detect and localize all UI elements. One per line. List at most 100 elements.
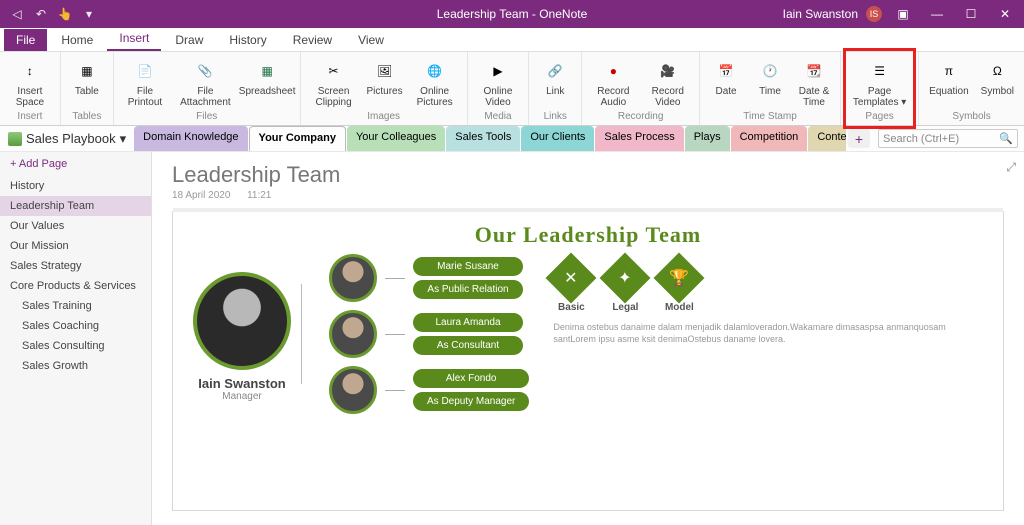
- online-video-button[interactable]: ▶Online Video: [474, 54, 523, 108]
- page-list-item[interactable]: Sales Coaching: [0, 316, 151, 336]
- section-tab[interactable]: Domain Knowledge: [134, 126, 247, 151]
- member-role-pill: As Deputy Manager: [413, 392, 529, 411]
- page-list-item[interactable]: Sales Training: [0, 296, 151, 316]
- section-tab[interactable]: Your Colleagues: [347, 126, 445, 151]
- search-placeholder: Search (Ctrl+E): [883, 133, 959, 145]
- notebook-picker[interactable]: Sales Playbook ▾: [0, 126, 134, 151]
- page-list-item[interactable]: Our Values: [0, 216, 151, 236]
- nav-back-icon[interactable]: ◁: [8, 5, 26, 23]
- description-text: Denima ostebus danaime dalam menjadik da…: [553, 321, 983, 345]
- time-icon: 🕐: [757, 58, 783, 84]
- section-tab[interactable]: Sales Process: [595, 126, 683, 151]
- page-list-item[interactable]: Sales Consulting: [0, 336, 151, 356]
- symbol-button[interactable]: ΩSymbol: [977, 54, 1018, 97]
- screen-clipping-button[interactable]: ✂Screen Clipping: [307, 54, 361, 108]
- user-name[interactable]: Iain Swanston: [783, 7, 858, 21]
- table-icon: ▦: [74, 58, 100, 84]
- undo-icon[interactable]: ↶: [32, 5, 50, 23]
- online-pictures-icon: 🌐: [422, 58, 448, 84]
- ribbon-display-icon[interactable]: ▣: [890, 7, 916, 21]
- canvas[interactable]: ⤢ Leadership Team 18 April 2020 11:21 Ou…: [152, 152, 1024, 525]
- file-printout-button[interactable]: 📄File Printout: [120, 54, 170, 108]
- close-icon[interactable]: ✕: [992, 7, 1018, 21]
- record-audio-button[interactable]: ●Record Audio: [588, 54, 638, 108]
- page-title[interactable]: Leadership Team: [172, 162, 1004, 188]
- minimize-icon[interactable]: —: [924, 7, 950, 21]
- note-container[interactable]: Our Leadership Team Iain Swanston Manage…: [172, 211, 1004, 511]
- link-button[interactable]: 🔗Link: [535, 54, 575, 97]
- table-button[interactable]: ▦Table: [67, 54, 107, 97]
- tab-insert[interactable]: Insert: [107, 27, 161, 51]
- member-name-pill: Marie Susane: [413, 257, 523, 276]
- spreadsheet-icon: ▦: [254, 58, 280, 84]
- tab-history[interactable]: History: [217, 29, 278, 51]
- time-button[interactable]: 🕐Time: [750, 54, 790, 97]
- manager-block: Iain Swanston Manager: [193, 254, 291, 414]
- spreadsheet-button[interactable]: ▦Spreadsheet: [241, 54, 294, 97]
- group-files: 📄File Printout 📎File Attachment ▦Spreads…: [114, 52, 301, 125]
- member-row: Alex Fondo As Deputy Manager: [329, 366, 529, 414]
- add-page-button[interactable]: + Add Page: [0, 152, 151, 176]
- avatar[interactable]: IS: [866, 6, 882, 22]
- tab-view[interactable]: View: [346, 29, 396, 51]
- connector: [385, 334, 405, 335]
- group-media: ▶Online Video Media: [468, 52, 530, 125]
- section-tabs: Domain KnowledgeYour CompanyYour Colleag…: [134, 126, 846, 151]
- record-audio-icon: ●: [600, 58, 626, 84]
- insert-space-button[interactable]: ↕Insert Space: [6, 54, 54, 108]
- tab-home[interactable]: Home: [49, 29, 105, 51]
- section-tab[interactable]: Competition: [731, 126, 808, 151]
- page-list-item[interactable]: Our Mission: [0, 236, 151, 256]
- connector: [385, 390, 405, 391]
- member-name-pill: Alex Fondo: [413, 369, 529, 388]
- page-templates-button[interactable]: ☰Page Templates ▾: [847, 54, 912, 108]
- expand-icon[interactable]: ⤢: [1006, 160, 1016, 175]
- page-list-item[interactable]: Core Products & Services: [0, 276, 151, 296]
- date-button[interactable]: 📅Date: [706, 54, 746, 97]
- add-section-button[interactable]: +: [848, 129, 870, 148]
- manager-photo: [193, 272, 291, 370]
- body: + Add Page HistoryLeadership TeamOur Val…: [0, 152, 1024, 525]
- section-tab[interactable]: Your Company: [249, 126, 346, 151]
- pictures-button[interactable]: 🖼Pictures: [365, 54, 405, 97]
- group-symbols: πEquation ΩSymbol Symbols: [919, 52, 1024, 125]
- badge-model: 🏆 Model: [661, 254, 697, 313]
- datetime-button[interactable]: 📆Date & Time: [794, 54, 834, 108]
- page-list-item[interactable]: Sales Growth: [0, 356, 151, 376]
- equation-icon: π: [936, 58, 962, 84]
- search-input[interactable]: Search (Ctrl+E) 🔍: [878, 129, 1018, 148]
- page-list-item[interactable]: Sales Strategy: [0, 256, 151, 276]
- trophy-icon: 🏆: [654, 253, 705, 304]
- tab-draw[interactable]: Draw: [163, 29, 215, 51]
- maximize-icon[interactable]: ☐: [958, 7, 984, 21]
- page-list-item[interactable]: History: [0, 176, 151, 196]
- online-pictures-button[interactable]: 🌐Online Pictures: [409, 54, 461, 108]
- group-recording: ●Record Audio 🎥Record Video Recording: [582, 52, 700, 125]
- group-links: 🔗Link Links: [529, 52, 582, 125]
- ribbon: ↕Insert Space Insert ▦Table Tables 📄File…: [0, 52, 1024, 126]
- group-timestamp: 📅Date 🕐Time 📆Date & Time Time Stamp: [700, 52, 841, 125]
- notebook-icon: [8, 132, 22, 146]
- manager-name: Iain Swanston: [193, 376, 291, 391]
- members-column: Marie Susane As Public Relation Laura Am…: [329, 254, 529, 414]
- page-list-item[interactable]: Leadership Team: [0, 196, 151, 216]
- member-name-pill: Laura Amanda: [413, 313, 523, 332]
- tab-review[interactable]: Review: [281, 29, 344, 51]
- connector-line: [301, 284, 319, 384]
- search-icon: 🔍: [999, 132, 1013, 145]
- online-video-icon: ▶: [485, 58, 511, 84]
- file-attachment-button[interactable]: 📎File Attachment: [174, 54, 237, 108]
- section-tab[interactable]: Sales Tools: [446, 126, 520, 151]
- equation-button[interactable]: πEquation: [925, 54, 972, 97]
- touch-mode-icon[interactable]: 👆: [56, 5, 74, 23]
- graduation-icon: ✦: [600, 253, 651, 304]
- insert-space-icon: ↕: [17, 58, 43, 84]
- tab-file[interactable]: File: [4, 29, 47, 51]
- qat-dropdown-icon[interactable]: ▾: [80, 5, 98, 23]
- wrench-icon: ✕: [546, 253, 597, 304]
- section-tab[interactable]: Our Clients: [521, 126, 594, 151]
- record-video-button[interactable]: 🎥Record Video: [643, 54, 694, 108]
- section-tab[interactable]: Plays: [685, 126, 730, 151]
- section-tab[interactable]: Content: [808, 126, 846, 151]
- group-images: ✂Screen Clipping 🖼Pictures 🌐Online Pictu…: [301, 52, 468, 125]
